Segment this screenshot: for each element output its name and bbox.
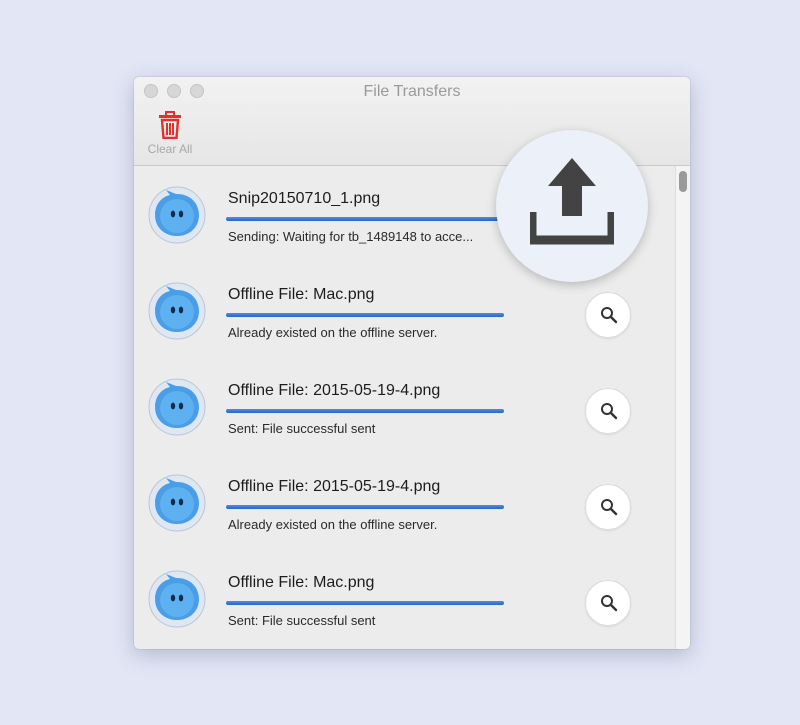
file-name: Offline File: Mac.png [228, 286, 375, 303]
open-file-button[interactable] [585, 580, 631, 626]
list-item[interactable]: Offline File: 2015-05-19-4.png Sent: Fil… [134, 358, 674, 454]
file-name: Offline File: Mac.png [228, 574, 375, 591]
list-item[interactable]: Offline File: 2015-05-19-4.png Already e… [134, 454, 674, 550]
upload-tray-icon [530, 158, 614, 245]
file-name: Offline File: 2015-05-19-4.png [228, 478, 441, 495]
magnifier-icon [601, 307, 618, 324]
chat-bubble-avatar-icon [148, 378, 206, 436]
chat-bubble-avatar-icon [148, 570, 206, 628]
trash-icon [159, 111, 181, 139]
progress-bar [226, 601, 504, 605]
list-item[interactable]: Offline File: Mac.png Sent: File success… [134, 550, 674, 646]
upload-badge [496, 130, 648, 282]
transfer-status: Sending: Waiting for tb_1489148 to acce.… [228, 229, 474, 244]
transfer-status: Already existed on the offline server. [228, 325, 438, 340]
scrollbar-thumb[interactable] [679, 171, 687, 192]
open-file-button[interactable] [585, 388, 631, 434]
chat-bubble-avatar-icon [148, 474, 206, 532]
chat-bubble-avatar-icon [148, 186, 206, 244]
clear-all-label: Clear All [147, 142, 193, 156]
open-file-button[interactable] [585, 292, 631, 338]
file-name: Offline File: 2015-05-19-4.png [228, 382, 441, 399]
progress-bar [226, 217, 504, 221]
progress-bar [226, 505, 504, 509]
clear-all-button[interactable]: Clear All [140, 109, 200, 159]
magnifier-icon [601, 499, 618, 516]
magnifier-icon [601, 595, 618, 612]
chat-bubble-avatar-icon [148, 282, 206, 340]
transfer-status: Sent: File successful sent [228, 613, 376, 628]
window-title: File Transfers [363, 83, 461, 100]
transfer-status: Already existed on the offline server. [228, 517, 438, 532]
open-file-button[interactable] [585, 484, 631, 530]
progress-bar [226, 313, 504, 317]
progress-bar [226, 409, 504, 413]
magnifier-icon [601, 403, 618, 420]
vertical-scrollbar[interactable] [675, 166, 690, 649]
transfer-status: Sent: File successful sent [228, 421, 376, 436]
file-name: Snip20150710_1.png [228, 190, 381, 207]
